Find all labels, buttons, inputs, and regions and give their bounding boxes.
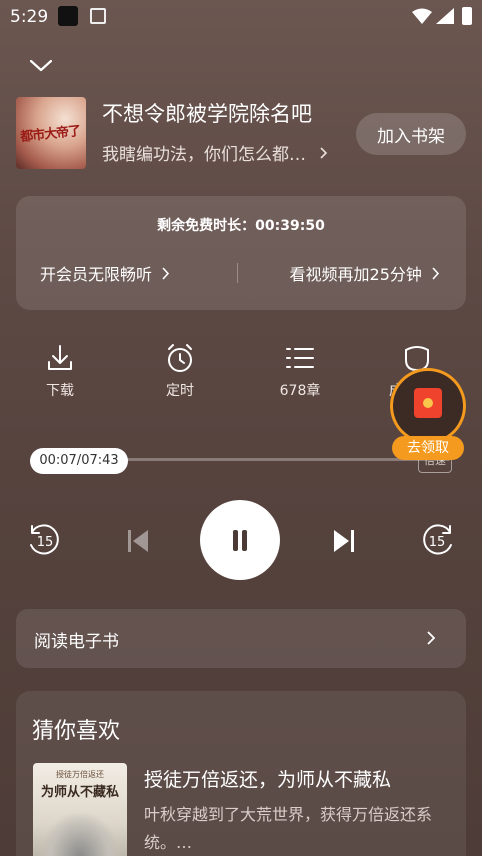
- battery-icon: [462, 7, 472, 25]
- previous-track-icon[interactable]: [124, 528, 152, 554]
- chapters-button[interactable]: 678章: [255, 342, 345, 400]
- read-ebook-label: 阅读电子书: [34, 632, 119, 652]
- recommend-book-description: 叶秋穿越到了大荒世界，获得万倍返还系统。…: [144, 805, 433, 852]
- add-to-shelf-button[interactable]: 加入书架: [356, 113, 466, 155]
- read-ebook-card[interactable]: 阅读电子书: [16, 609, 466, 668]
- recommend-book-title[interactable]: 授徒万倍返还，为师从不藏私: [144, 765, 391, 792]
- reward-promo[interactable]: 去领取: [390, 368, 466, 462]
- vip-link-label: 开会员无限畅听: [40, 265, 153, 284]
- collapse-chevron-icon[interactable]: [28, 56, 54, 76]
- book-subtitle: 我瞎编功法，你们怎么都…: [102, 145, 306, 165]
- forward-15-icon[interactable]: 15: [418, 523, 456, 559]
- download-label: 下载: [46, 383, 74, 399]
- recommend-heading: 猜你喜欢: [32, 719, 121, 744]
- chevron-right-icon: [320, 147, 328, 159]
- chapters-label: 678章: [279, 383, 321, 399]
- download-icon: [48, 345, 72, 370]
- timer-label: 定时: [166, 383, 194, 399]
- notification-app-icon: [58, 6, 78, 26]
- progress-time[interactable]: 00:07/07:43: [30, 448, 128, 474]
- cover-illustration: [39, 811, 121, 856]
- timer-button[interactable]: 定时: [135, 342, 225, 400]
- list-icon: [286, 348, 314, 368]
- notification-a-icon: [90, 8, 106, 24]
- book-subtitle-link[interactable]: 我瞎编功法，你们怎么都…: [102, 140, 329, 165]
- free-time-remaining: 剩余免费时长：00:39:50: [157, 218, 325, 234]
- audiobook-player-screen: 5:29 都市大帝了 不想令郎被学院除名吧 我瞎编功法，你们怎么都… 加入书架 …: [0, 0, 482, 856]
- free-listen-card: 剩余免费时长：00:39:50 开会员无限畅听 看视频再加25分钟: [16, 196, 466, 310]
- recommend-cover-title: 为师从不藏私: [40, 785, 119, 800]
- chevron-right-icon: [162, 267, 170, 280]
- download-button[interactable]: 下载: [15, 342, 105, 400]
- recommend-section: 猜你喜欢 授徒万倍返还 为师从不藏私 授徒万倍返还，为师从不藏私 叶秋穿越到了大…: [16, 691, 466, 856]
- pause-button[interactable]: [200, 500, 280, 580]
- status-time: 5:29: [10, 7, 49, 27]
- watch-video-link[interactable]: 看视频再加25分钟: [290, 261, 440, 285]
- rewind-15-icon[interactable]: 15: [26, 523, 64, 559]
- vip-link[interactable]: 开会员无限畅听: [40, 261, 170, 285]
- rewind-seconds: 15: [37, 535, 54, 550]
- chevron-right-icon: [432, 267, 440, 280]
- pause-icon: [233, 530, 238, 551]
- divider: [237, 263, 238, 283]
- claim-reward-button[interactable]: 去领取: [392, 436, 464, 460]
- book-title: 不想令郎被学院除名吧: [102, 102, 312, 126]
- status-bar: 5:29: [0, 0, 482, 34]
- book-cover[interactable]: 都市大帝了: [16, 97, 86, 169]
- recommend-cover-top-text: 授徒万倍返还: [56, 770, 104, 779]
- next-track-icon[interactable]: [330, 528, 358, 554]
- red-envelope-icon: [414, 388, 442, 418]
- chevron-right-icon: [427, 631, 436, 645]
- watch-video-label: 看视频再加25分钟: [289, 265, 422, 284]
- book-cover-title: 都市大帝了: [19, 123, 81, 146]
- alarm-clock-icon: [168, 344, 192, 372]
- cell-signal-icon: [436, 8, 454, 24]
- recommend-book-cover[interactable]: 授徒万倍返还 为师从不藏私: [33, 763, 127, 856]
- wifi-icon: [412, 8, 432, 24]
- pause-icon-bar: [242, 530, 247, 551]
- forward-seconds: 15: [429, 535, 446, 550]
